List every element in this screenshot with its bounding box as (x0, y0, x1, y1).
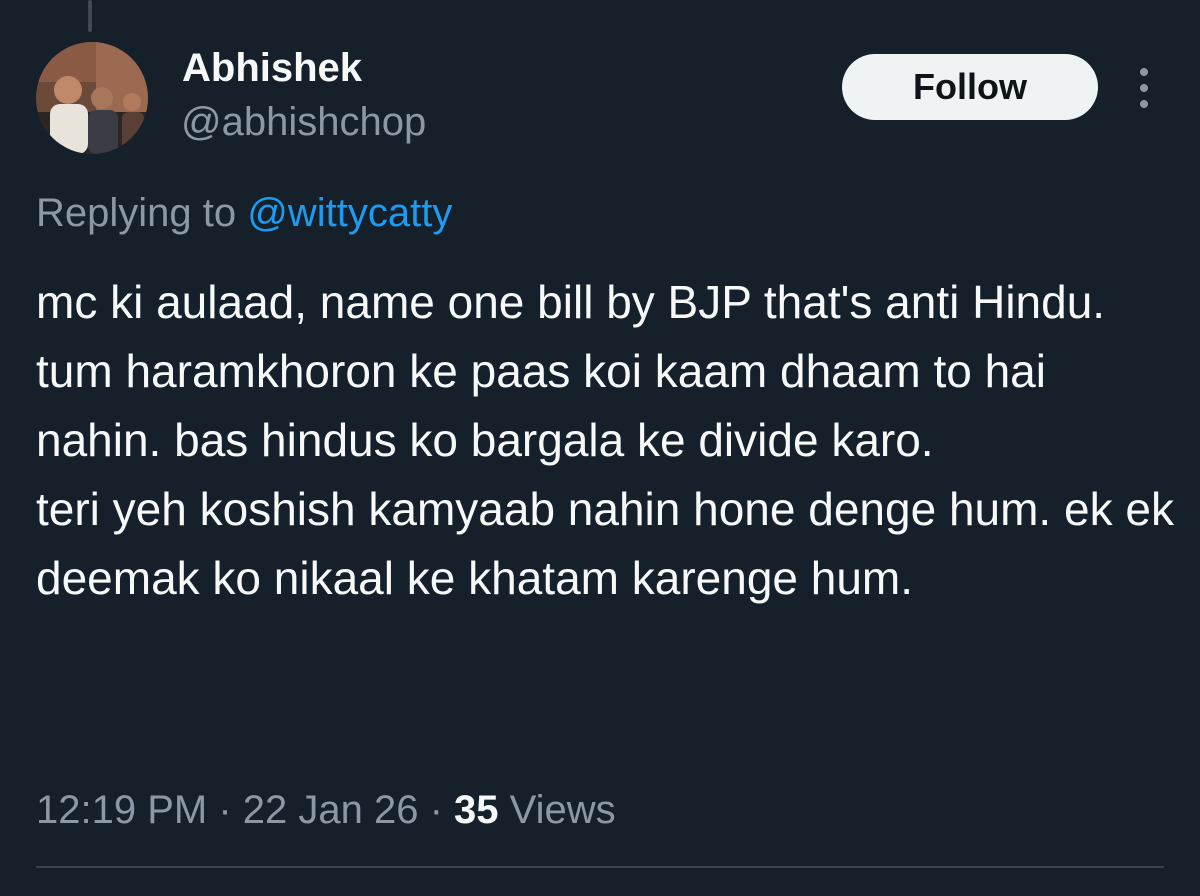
views-count[interactable]: 35 (454, 788, 499, 832)
tweet-detail: Abhishek @abhishchop Follow Replying to … (0, 0, 1200, 896)
tweet-time[interactable]: 12:19 PM (36, 788, 207, 832)
replying-to-label: Replying to (36, 191, 248, 235)
reply-mention-link[interactable]: @wittycatty (247, 191, 452, 235)
follow-button[interactable]: Follow (842, 54, 1098, 120)
tweet-meta: 12:19 PM · 22 Jan 26 · 35 Views (36, 784, 616, 836)
thread-connector-line (88, 0, 92, 32)
author-handle[interactable]: @abhishchop (181, 98, 426, 146)
dot (1140, 68, 1148, 76)
dot (1140, 100, 1148, 108)
meta-separator: · (207, 788, 243, 832)
views-label[interactable]: Views (499, 788, 616, 832)
tweet-date[interactable]: 22 Jan 26 (243, 788, 419, 832)
dot (1140, 84, 1148, 92)
avatar[interactable] (36, 42, 148, 154)
more-dots-vertical-icon[interactable] (1130, 68, 1158, 108)
author-display-name[interactable]: Abhishek (182, 44, 362, 92)
meta-separator: · (418, 788, 455, 832)
divider (36, 866, 1164, 868)
tweet-text: mc ki aulaad, name one bill by BJP that'… (36, 276, 1174, 604)
replying-to-line: Replying to @wittycatty (36, 188, 452, 238)
avatar-photo-icon (36, 42, 148, 154)
